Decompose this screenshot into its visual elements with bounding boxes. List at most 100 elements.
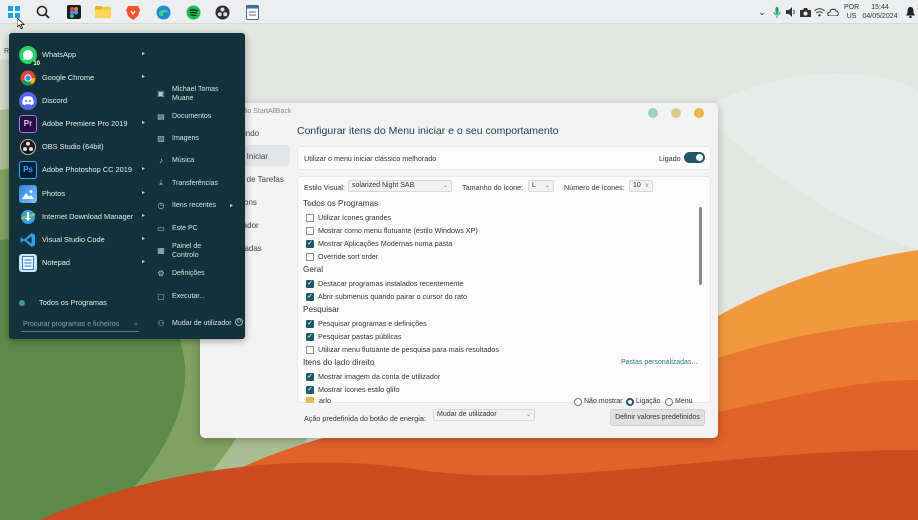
- microphone-icon[interactable]: [771, 6, 783, 18]
- classic-menu-toggle[interactable]: [684, 152, 705, 163]
- maximize-icon[interactable]: [671, 108, 681, 118]
- program-notepad[interactable]: Notepad ▸: [19, 252, 145, 273]
- checkmark-icon[interactable]: ✓: [306, 279, 314, 288]
- start-search-input[interactable]: Procurar programas e ficheiros: [21, 319, 139, 332]
- checkbox-box[interactable]: [306, 345, 314, 354]
- recent-icon: ◷: [157, 201, 165, 210]
- checkbox-floating-menu[interactable]: Mostrar como menu flutuante (estilo Wind…: [306, 226, 478, 235]
- power-action-select[interactable]: Mudar de utilizador ⌄: [433, 409, 535, 421]
- all-programs-button[interactable]: Todos os Programas: [19, 298, 107, 307]
- power-action-label: Ação predefinida do botão de energia:: [304, 414, 426, 423]
- radio-dont-show[interactable]: Não mostrar: [574, 397, 624, 406]
- obs-icon[interactable]: [213, 3, 231, 21]
- checkmark-icon[interactable]: ✓: [306, 372, 314, 381]
- right-item-documents[interactable]: ▤ Documentos: [155, 112, 243, 121]
- notepad-icon[interactable]: [243, 3, 261, 21]
- figma-icon[interactable]: [65, 3, 83, 21]
- style-select[interactable]: solarized Night SAB ⌄: [348, 180, 452, 192]
- right-item-downloads[interactable]: ⤓ Transferências: [155, 178, 243, 188]
- checkbox-override-sort[interactable]: Override sort order: [306, 252, 378, 261]
- right-item-run[interactable]: ▢ Executar...: [155, 292, 243, 301]
- icon-size-select[interactable]: L ⌄: [528, 180, 554, 192]
- program-photos[interactable]: Photos ▸: [19, 183, 145, 204]
- submenu-arrow-icon: ▸: [230, 203, 234, 209]
- radio-label: Menu: [675, 398, 693, 405]
- checkbox-label: Utilizar menu flutuante de pesquisa para…: [318, 345, 499, 354]
- brave-icon[interactable]: [124, 3, 142, 21]
- close-icon[interactable]: [694, 108, 704, 118]
- program-chrome[interactable]: Google Chrome ▸: [19, 67, 145, 88]
- volume-icon[interactable]: [785, 6, 797, 18]
- checkbox-modern-apps-folder[interactable]: ✓ Mostrar Aplicações Modernas numa pasta: [306, 239, 452, 248]
- right-item-recent[interactable]: ◷ Itens recentes ▸: [155, 201, 243, 210]
- stepper-arrows-icon: ⇕: [644, 183, 649, 189]
- checkbox-box[interactable]: [306, 213, 314, 222]
- program-idm[interactable]: Internet Download Manager ▸: [19, 206, 145, 227]
- cloud-icon[interactable]: [827, 6, 839, 18]
- checkbox-search-programs[interactable]: ✓ Pesquisar programas e definições: [306, 319, 427, 328]
- checkmark-icon[interactable]: ✓: [306, 385, 314, 394]
- clock[interactable]: 15:44 04/05/2024: [860, 3, 900, 21]
- control-panel-icon: ▦: [157, 246, 165, 255]
- language-indicator[interactable]: POR US: [844, 3, 859, 21]
- camera-icon[interactable]: [799, 6, 811, 18]
- radio-button-icon[interactable]: [665, 397, 673, 406]
- chevron-up-icon[interactable]: ⌄: [756, 6, 768, 18]
- checkbox-floating-search[interactable]: Utilizar menu flutuante de pesquisa para…: [306, 345, 499, 354]
- custom-folders-link[interactable]: Pastas personalizadas...: [621, 359, 697, 366]
- checkbox-large-icons[interactable]: Utilizar ícones grandes: [306, 213, 391, 222]
- checkbox-hover-submenus[interactable]: ✓ Abrir submenus quando pairar o cursor d…: [306, 292, 467, 301]
- checkbox-box[interactable]: [306, 226, 314, 235]
- nav-item-taskbar[interactable]: a de Tarefas: [240, 175, 284, 184]
- radio-menu[interactable]: Menu: [665, 397, 695, 406]
- notification-bell-icon[interactable]: [904, 6, 916, 18]
- right-item-label: Michael Tomas Muane: [172, 86, 219, 102]
- icon-count-stepper[interactable]: 10 ⇕: [629, 180, 653, 192]
- right-item-images[interactable]: ▨ Imagens: [155, 134, 243, 143]
- right-item-this-pc[interactable]: ▭ Este PC: [155, 224, 243, 233]
- program-vscode[interactable]: Visual Studio Code ▸: [19, 229, 145, 250]
- spotify-icon[interactable]: [184, 3, 202, 21]
- edge-icon[interactable]: [154, 3, 172, 21]
- checkmark-icon[interactable]: ✓: [306, 332, 314, 341]
- program-photoshop[interactable]: Ps Adobe Photoshop CC 2019 ▸: [19, 159, 145, 180]
- right-item-control-panel[interactable]: ▦ Painel de Controlo: [155, 242, 243, 260]
- checkmark-icon[interactable]: ✓: [306, 239, 314, 248]
- program-obs[interactable]: OBS Studio (64bit): [19, 136, 145, 157]
- clock-date: 04/05/2024: [862, 13, 898, 20]
- power-icon[interactable]: ⏻: [235, 318, 243, 326]
- program-label: Notepad: [42, 258, 70, 267]
- checkmark-icon[interactable]: ✓: [306, 292, 314, 301]
- minimize-icon[interactable]: [648, 108, 658, 118]
- radio-button-icon[interactable]: [626, 397, 634, 406]
- checkbox-box[interactable]: [306, 252, 314, 261]
- style-value: solarized Night SAB: [352, 182, 415, 189]
- switch-user-button[interactable]: ⚇ Mudar de utilizador ⏻: [155, 318, 245, 328]
- radio-button-icon[interactable]: [574, 397, 582, 406]
- right-item-user[interactable]: ▣ Michael Tomas Muane: [155, 85, 243, 103]
- checkbox-label: Mostrar como menu flutuante (estilo Wind…: [318, 226, 478, 235]
- right-item-label: Imagens: [172, 135, 199, 142]
- program-whatsapp[interactable]: 10 WhatsApp ▸: [19, 44, 145, 67]
- radio-link[interactable]: Ligação: [626, 397, 664, 406]
- classic-menu-state: Ligado: [659, 154, 681, 163]
- reset-defaults-button[interactable]: Definir valores predefinidos: [610, 409, 705, 426]
- program-discord[interactable]: Discord: [19, 90, 145, 111]
- checkmark-icon[interactable]: ✓: [306, 319, 314, 328]
- program-label: Discord: [42, 96, 68, 105]
- search-icon[interactable]: [34, 3, 52, 21]
- checkbox-highlight-new[interactable]: ✓ Destacar programas instalados recenteme…: [306, 279, 463, 288]
- program-premiere[interactable]: Pr Adobe Premiere Pro 2019 ▸: [19, 113, 145, 134]
- checkbox-glyph-icons[interactable]: ✓ Mostrar ícones estilo glifo: [306, 385, 400, 394]
- right-item-music[interactable]: ♪ Música: [155, 156, 243, 165]
- submenu-arrow-icon: ▸: [141, 190, 145, 196]
- file-explorer-icon[interactable]: [94, 3, 112, 21]
- search-icon: ⌕: [134, 321, 138, 328]
- checkbox-label: Pesquisar pastas públicas: [318, 332, 402, 341]
- scrollbar-thumb[interactable]: [699, 207, 702, 285]
- right-item-settings[interactable]: ⚙ Definições: [155, 269, 243, 278]
- checkbox-label: Mostrar Aplicações Modernas numa pasta: [318, 239, 453, 248]
- wifi-icon[interactable]: [813, 6, 825, 18]
- checkbox-search-public[interactable]: ✓ Pesquisar pastas públicas: [306, 332, 402, 341]
- checkbox-account-picture[interactable]: ✓ Mostrar imagem da conta de utilizador: [306, 372, 440, 381]
